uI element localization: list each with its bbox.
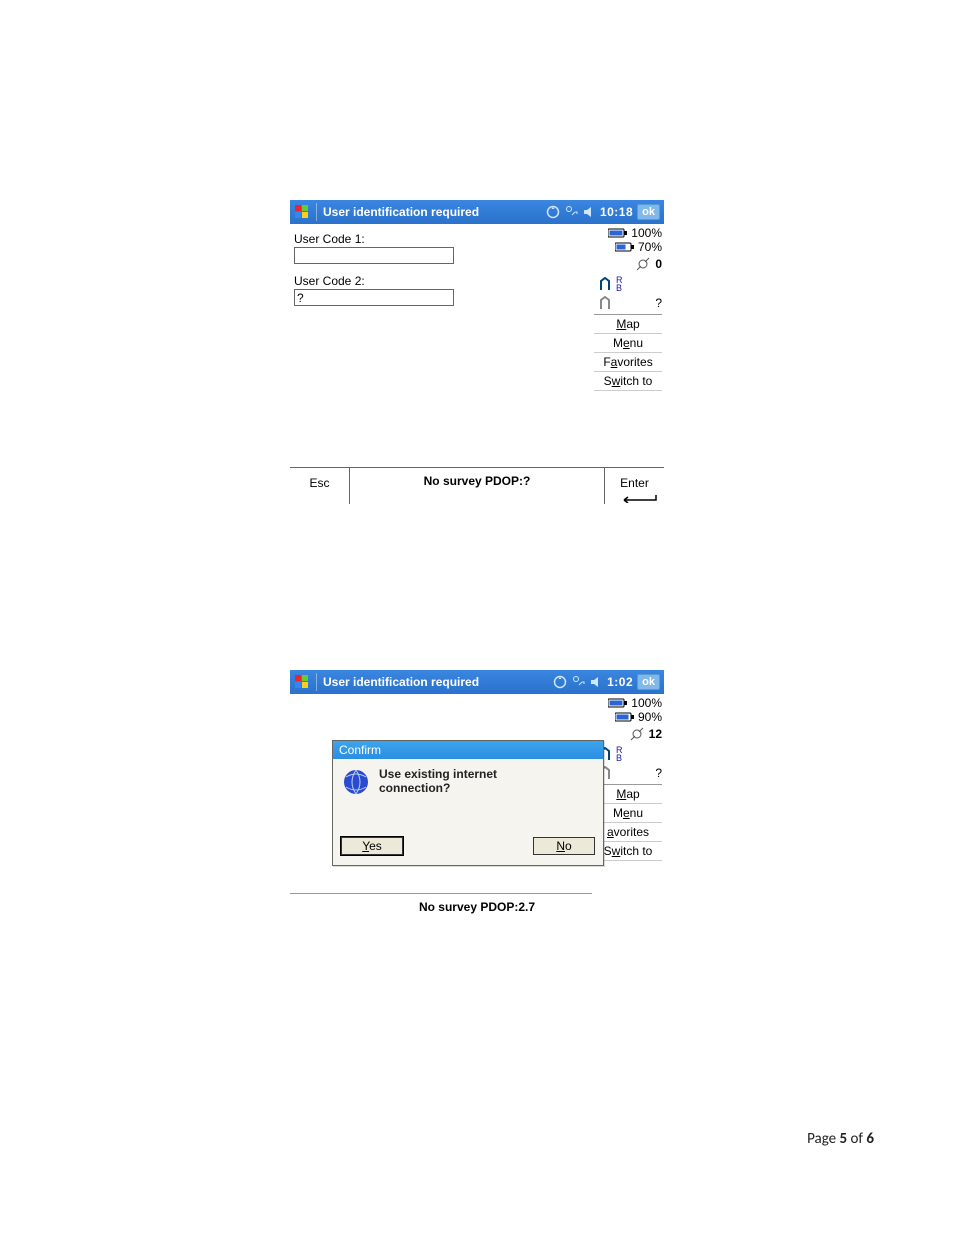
receiver-rb-row: RB (594, 746, 662, 762)
battery-icon (608, 698, 628, 708)
ok-button[interactable]: ok (637, 204, 660, 220)
battery-controller-row: 70% (594, 240, 662, 254)
client-area: User Code 1: User Code 2: 100% 70% (290, 224, 664, 467)
internet-globe-icon (341, 767, 371, 797)
sidebar-item-switch-to[interactable]: Switch to (594, 372, 662, 391)
page-footer: Page 5 of 6 (807, 1130, 874, 1148)
page-footer-current: 5 (840, 1130, 848, 1148)
battery-controller-row: 90% (594, 710, 662, 724)
receiver-mode-rb: RB (616, 276, 623, 292)
sidebar-menu: Map Menu avorites Switch to (594, 784, 662, 861)
battery-main-value: 100% (631, 226, 662, 240)
battery-icon (615, 712, 635, 722)
receiver-icon (598, 277, 612, 291)
satellite-icon (635, 256, 651, 272)
battery-main-value: 100% (631, 696, 662, 710)
receiver-status-value: ? (655, 296, 662, 310)
titlebar-divider (316, 203, 317, 221)
user-code-1-label: User Code 1: (294, 232, 586, 246)
window-title: User identification required (323, 675, 549, 689)
sidebar-item-map[interactable]: Map (594, 315, 662, 334)
bottom-bar: Esc No survey PDOP:? Enter (290, 467, 664, 504)
satellite-row: 0 (594, 256, 662, 272)
status-sidebar: 100% 70% 0 (592, 224, 664, 467)
speaker-icon (582, 205, 596, 219)
receiver-rb-row: RB (594, 276, 662, 292)
form-panel: Confirm Use existing internet connection… (290, 694, 592, 894)
page-footer-sep: of (847, 1130, 866, 1148)
satellite-count: 12 (649, 727, 662, 741)
page-footer-prefix: Page (807, 1130, 839, 1148)
battery-main-row: 100% (594, 226, 662, 240)
battery-icon (615, 242, 635, 252)
no-button[interactable]: No (533, 837, 595, 855)
device-frame: User identification required 1:02 ok (290, 670, 664, 926)
survey-status: No survey PDOP:? (350, 468, 604, 488)
dialog-title: Confirm (333, 741, 603, 759)
clock-time: 1:02 (607, 675, 633, 689)
page-footer-total: 6 (866, 1130, 874, 1148)
satellite-icon (629, 726, 645, 742)
receiver-status-value: ? (655, 766, 662, 780)
titlebar-status-icons: 10:18 (546, 205, 633, 219)
battery-controller-value: 70% (638, 240, 662, 254)
dialog-message-line2: connection? (379, 781, 497, 795)
client-area: Confirm Use existing internet connection… (290, 694, 664, 926)
sidebar-item-map[interactable]: Map (594, 785, 662, 804)
titlebar-divider (316, 673, 317, 691)
connection-icon (571, 675, 585, 689)
satellite-count: 0 (655, 257, 662, 271)
survey-status: No survey PDOP:2.7 (290, 894, 664, 926)
clock-time: 10:18 (600, 205, 633, 219)
dialog-body: Use existing internet connection? (333, 759, 603, 833)
yes-button[interactable]: Yes (341, 837, 403, 855)
esc-button[interactable]: Esc (290, 468, 350, 504)
sidebar-item-favorites[interactable]: Favorites (594, 353, 662, 372)
confirm-dialog: Confirm Use existing internet connection… (332, 740, 604, 866)
user-code-2-label: User Code 2: (294, 274, 586, 288)
enter-arrow-icon (618, 495, 658, 503)
user-code-1-input[interactable] (294, 247, 454, 264)
battery-controller-value: 90% (638, 710, 662, 724)
sidebar-item-menu[interactable]: Menu (594, 804, 662, 823)
user-code-2-input[interactable] (294, 289, 454, 306)
titlebar-status-icons: 1:02 (553, 675, 633, 689)
receiver-status-row: ? (594, 296, 662, 310)
connection-icon (564, 205, 578, 219)
satellite-row: 12 (594, 726, 662, 742)
receiver-icon (598, 296, 612, 310)
sidebar-item-switch-to[interactable]: Switch to (594, 842, 662, 861)
sidebar-menu: Map Menu Favorites Switch to (594, 314, 662, 391)
dialog-message-line1: Use existing internet (379, 767, 497, 781)
receiver-mode-rb: RB (616, 746, 623, 762)
sync-icon (553, 675, 567, 689)
pda-screenshot-2: User identification required 1:02 ok (290, 670, 664, 970)
dialog-message: Use existing internet connection? (379, 767, 497, 827)
receiver-status-row: ? (594, 766, 662, 780)
titlebar: User identification required 10:18 ok (290, 200, 664, 224)
pda-screenshot-1: User identification required 10:18 ok Us… (290, 200, 664, 504)
sync-icon (546, 205, 560, 219)
battery-main-row: 100% (594, 696, 662, 710)
form-panel: User Code 1: User Code 2: (290, 224, 592, 467)
windows-flag-icon (294, 674, 310, 690)
ok-button[interactable]: ok (637, 674, 660, 690)
device-frame: User identification required 10:18 ok Us… (290, 200, 664, 504)
sidebar-item-favorites[interactable]: avorites (594, 823, 662, 842)
battery-icon (608, 228, 628, 238)
windows-flag-icon (294, 204, 310, 220)
dialog-button-row: Yes No (333, 833, 603, 865)
speaker-icon (589, 675, 603, 689)
window-title: User identification required (323, 205, 542, 219)
sidebar-item-menu[interactable]: Menu (594, 334, 662, 353)
titlebar: User identification required 1:02 ok (290, 670, 664, 694)
